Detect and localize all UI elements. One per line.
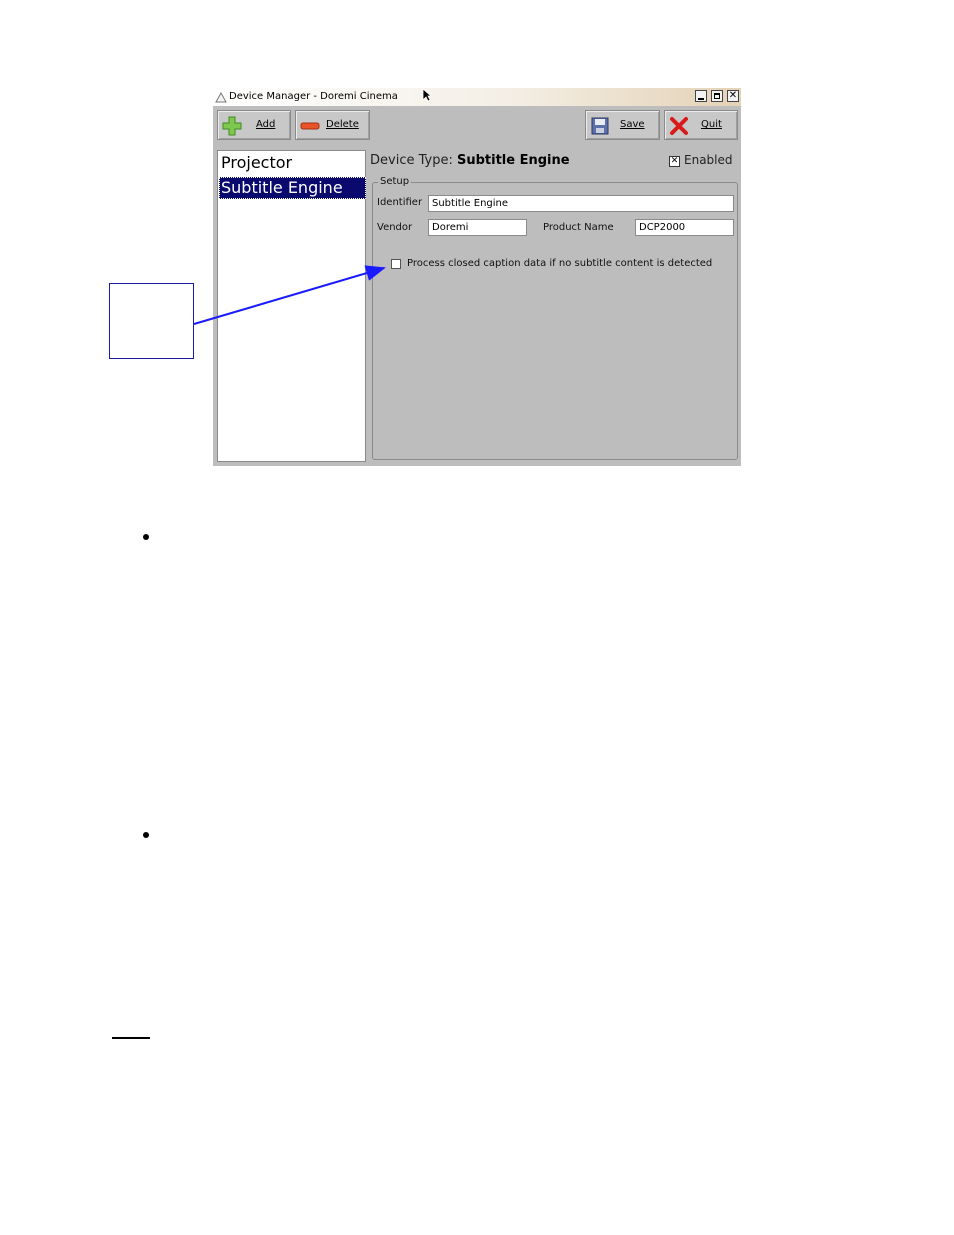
callout-box	[109, 283, 194, 359]
product-name-field[interactable]: DCP2000	[635, 219, 734, 236]
minus-icon	[300, 122, 320, 130]
identifier-field[interactable]: Subtitle Engine	[428, 195, 734, 212]
underline-mark	[112, 1037, 150, 1039]
closed-caption-label[interactable]: Process closed caption data if no subtit…	[407, 258, 712, 269]
bullet-point	[143, 832, 149, 838]
plus-icon	[222, 116, 242, 136]
add-button-label: Add	[256, 119, 276, 130]
delete-button[interactable]: Delete	[295, 110, 370, 140]
red-x-icon	[670, 117, 688, 135]
product-name-label: Product Name	[543, 222, 614, 233]
setup-legend: Setup	[378, 176, 412, 187]
device-type-label: Device Type: Subtitle Engine	[370, 153, 570, 168]
vendor-field[interactable]: Doremi	[428, 219, 527, 236]
enabled-checkbox[interactable]: ✕ Enabled	[669, 153, 733, 167]
close-icon[interactable]: ✕	[727, 90, 739, 102]
vendor-label: Vendor	[377, 222, 413, 233]
checkmark-icon[interactable]: ✕	[669, 156, 680, 167]
title-bar[interactable]: Device Manager - Doremi Cinema ✕	[213, 88, 741, 106]
quit-button-label: Quit	[701, 119, 722, 130]
device-list-item-subtitle-engine[interactable]: Subtitle Engine	[219, 177, 366, 199]
window-title: Device Manager - Doremi Cinema	[229, 91, 398, 102]
device-list[interactable]: Projector Subtitle Engine	[217, 150, 366, 462]
add-button[interactable]: Add	[217, 110, 291, 140]
save-button[interactable]: Save	[585, 110, 660, 140]
delete-button-label: Delete	[326, 119, 359, 130]
identifier-label: Identifier	[377, 197, 423, 208]
device-manager-window: Device Manager - Doremi Cinema ✕ Add Del…	[213, 88, 741, 466]
save-button-label: Save	[620, 119, 645, 130]
enabled-label: Enabled	[684, 153, 733, 167]
device-list-item-projector[interactable]: Projector	[219, 152, 366, 174]
floppy-disk-icon	[591, 117, 609, 135]
closed-caption-checkbox[interactable]	[391, 259, 401, 269]
device-type-value: Subtitle Engine	[456, 153, 570, 168]
app-icon	[215, 91, 227, 103]
quit-button[interactable]: Quit	[664, 110, 738, 140]
maximize-icon[interactable]	[711, 90, 723, 102]
bullet-point	[143, 534, 149, 540]
minimize-icon[interactable]	[695, 90, 707, 102]
device-type-prefix: Device Type:	[370, 153, 453, 168]
mouse-cursor-icon	[422, 88, 432, 102]
